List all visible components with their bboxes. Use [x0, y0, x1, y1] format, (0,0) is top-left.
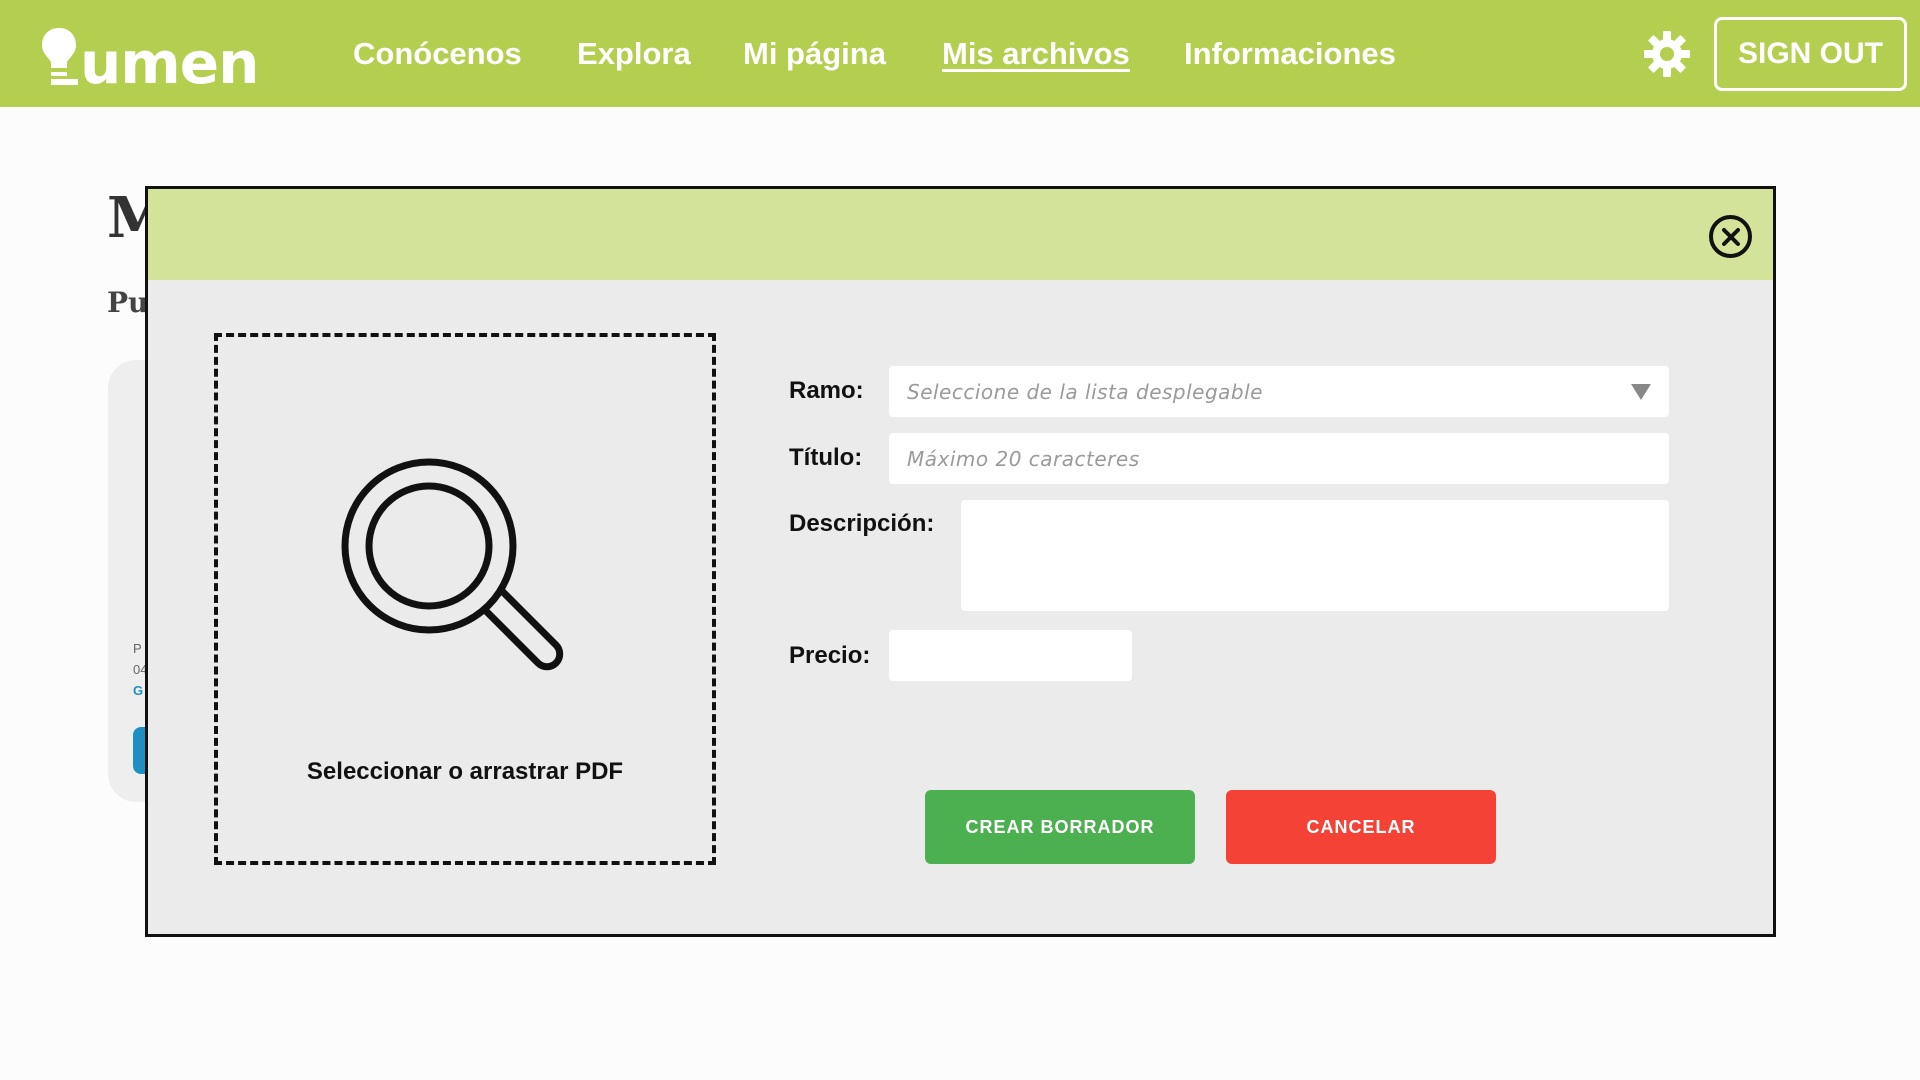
- page-subtitle: Pu: [107, 286, 149, 319]
- pdf-dropzone[interactable]: Seleccionar o arrastrar PDF: [214, 333, 716, 865]
- precio-input[interactable]: [889, 630, 1132, 681]
- card-link[interactable]: G: [133, 683, 143, 698]
- descripcion-label: Descripción:: [789, 510, 935, 537]
- ramo-select[interactable]: Seleccione de la lista desplegable: [889, 366, 1669, 417]
- lumen-logo[interactable]: umen: [40, 22, 259, 92]
- chevron-down-icon: [1631, 384, 1651, 400]
- titulo-label: Título:: [789, 444, 863, 471]
- lightbulb-icon: [42, 28, 78, 85]
- gear-icon[interactable]: [1643, 30, 1691, 78]
- precio-label: Precio:: [789, 642, 871, 669]
- logo-text: umen: [80, 29, 259, 97]
- card-text-line: P: [133, 641, 142, 656]
- descripcion-textarea[interactable]: [961, 500, 1669, 611]
- sign-out-button[interactable]: SIGN OUT: [1714, 17, 1907, 91]
- upload-modal: Seleccionar o arrastrar PDF Ramo: Selecc…: [145, 186, 1776, 937]
- ramo-placeholder: Seleccione de la lista desplegable: [907, 379, 1263, 404]
- titulo-placeholder: Máximo 20 caracteres: [907, 446, 1140, 471]
- search-icon: [341, 458, 564, 671]
- top-navbar: umen Conócenos Explora Mi página Mis arc…: [0, 0, 1920, 107]
- cancel-button[interactable]: CANCELAR: [1226, 790, 1496, 864]
- modal-header: [148, 189, 1773, 280]
- ramo-label: Ramo:: [789, 377, 864, 404]
- nav-conocenos[interactable]: Conócenos: [353, 34, 522, 74]
- create-draft-button[interactable]: CREAR BORRADOR: [925, 790, 1195, 864]
- nav-informaciones[interactable]: Informaciones: [1184, 34, 1396, 74]
- nav-mi-pagina[interactable]: Mi página: [743, 34, 886, 74]
- nav-explora[interactable]: Explora: [577, 34, 691, 74]
- close-icon[interactable]: [1709, 215, 1752, 258]
- dropzone-label: Seleccionar o arrastrar PDF: [306, 758, 624, 785]
- titulo-input[interactable]: Máximo 20 caracteres: [889, 433, 1669, 484]
- nav-mis-archivos[interactable]: Mis archivos: [942, 34, 1130, 74]
